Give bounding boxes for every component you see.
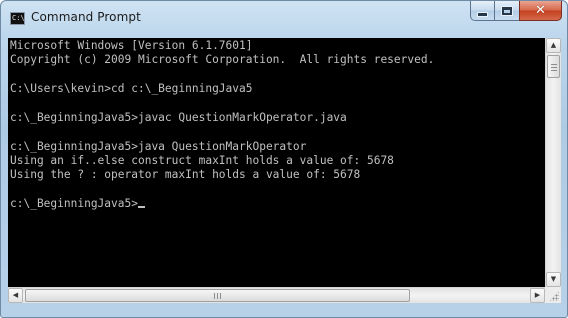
arrow-up-icon: ▲ <box>550 41 557 49</box>
horizontal-scrollbar[interactable]: ◀ ▶ <box>8 287 545 303</box>
thumb-grip-icon <box>551 64 557 71</box>
console-line: c:\_BeginningJava5>java QuestionMarkOper… <box>10 140 307 153</box>
console-line: Using an if..else construct maxInt holds… <box>10 154 394 167</box>
console-prompt: c:\_BeginningJava5> <box>10 197 138 210</box>
scroll-down-button[interactable]: ▼ <box>546 272 561 287</box>
console-line: c:\_BeginningJava5>javac QuestionMarkOpe… <box>10 111 347 124</box>
vertical-scroll-thumb[interactable] <box>547 55 560 78</box>
resize-grip-icon <box>549 291 559 301</box>
scroll-left-button[interactable]: ◀ <box>8 288 23 303</box>
scroll-up-button[interactable]: ▲ <box>546 38 561 53</box>
scroll-right-button[interactable]: ▶ <box>530 288 545 303</box>
vertical-scrollbar[interactable]: ▲ ▼ <box>545 38 561 287</box>
close-icon: ✕ <box>535 3 546 18</box>
text-cursor <box>137 206 145 208</box>
console-output[interactable]: Microsoft Windows [Version 6.1.7601] Cop… <box>8 38 545 287</box>
horizontal-scroll-thumb[interactable] <box>25 289 410 302</box>
arrow-left-icon: ◀ <box>12 291 19 299</box>
console-prompt-line: c:\_BeginningJava5> <box>10 198 145 210</box>
maximize-icon <box>502 6 512 15</box>
console-line: Using the ? : operator maxInt holds a va… <box>10 168 361 181</box>
arrow-down-icon: ▼ <box>550 275 557 283</box>
maximize-button[interactable] <box>494 1 520 21</box>
console-line: Microsoft Windows [Version 6.1.7601] <box>10 39 253 52</box>
thumb-grip-icon <box>214 293 221 299</box>
window-title: Command Prompt <box>31 10 141 24</box>
minimize-button[interactable] <box>470 1 495 21</box>
console-line: Copyright (c) 2009 Microsoft Corporation… <box>10 53 435 66</box>
console-line: C:\Users\kevin>cd c:\_BeginningJava5 <box>10 82 253 95</box>
size-grip[interactable] <box>545 287 561 303</box>
console-app-icon: C:\ <box>10 12 25 25</box>
close-button[interactable]: ✕ <box>519 1 562 21</box>
arrow-right-icon: ▶ <box>534 291 541 299</box>
title-bar[interactable]: C:\ Command Prompt ✕ <box>1 1 567 39</box>
command-prompt-window: C:\ Command Prompt ✕ Microsoft Windows [… <box>0 0 568 318</box>
minimize-icon <box>478 13 487 16</box>
